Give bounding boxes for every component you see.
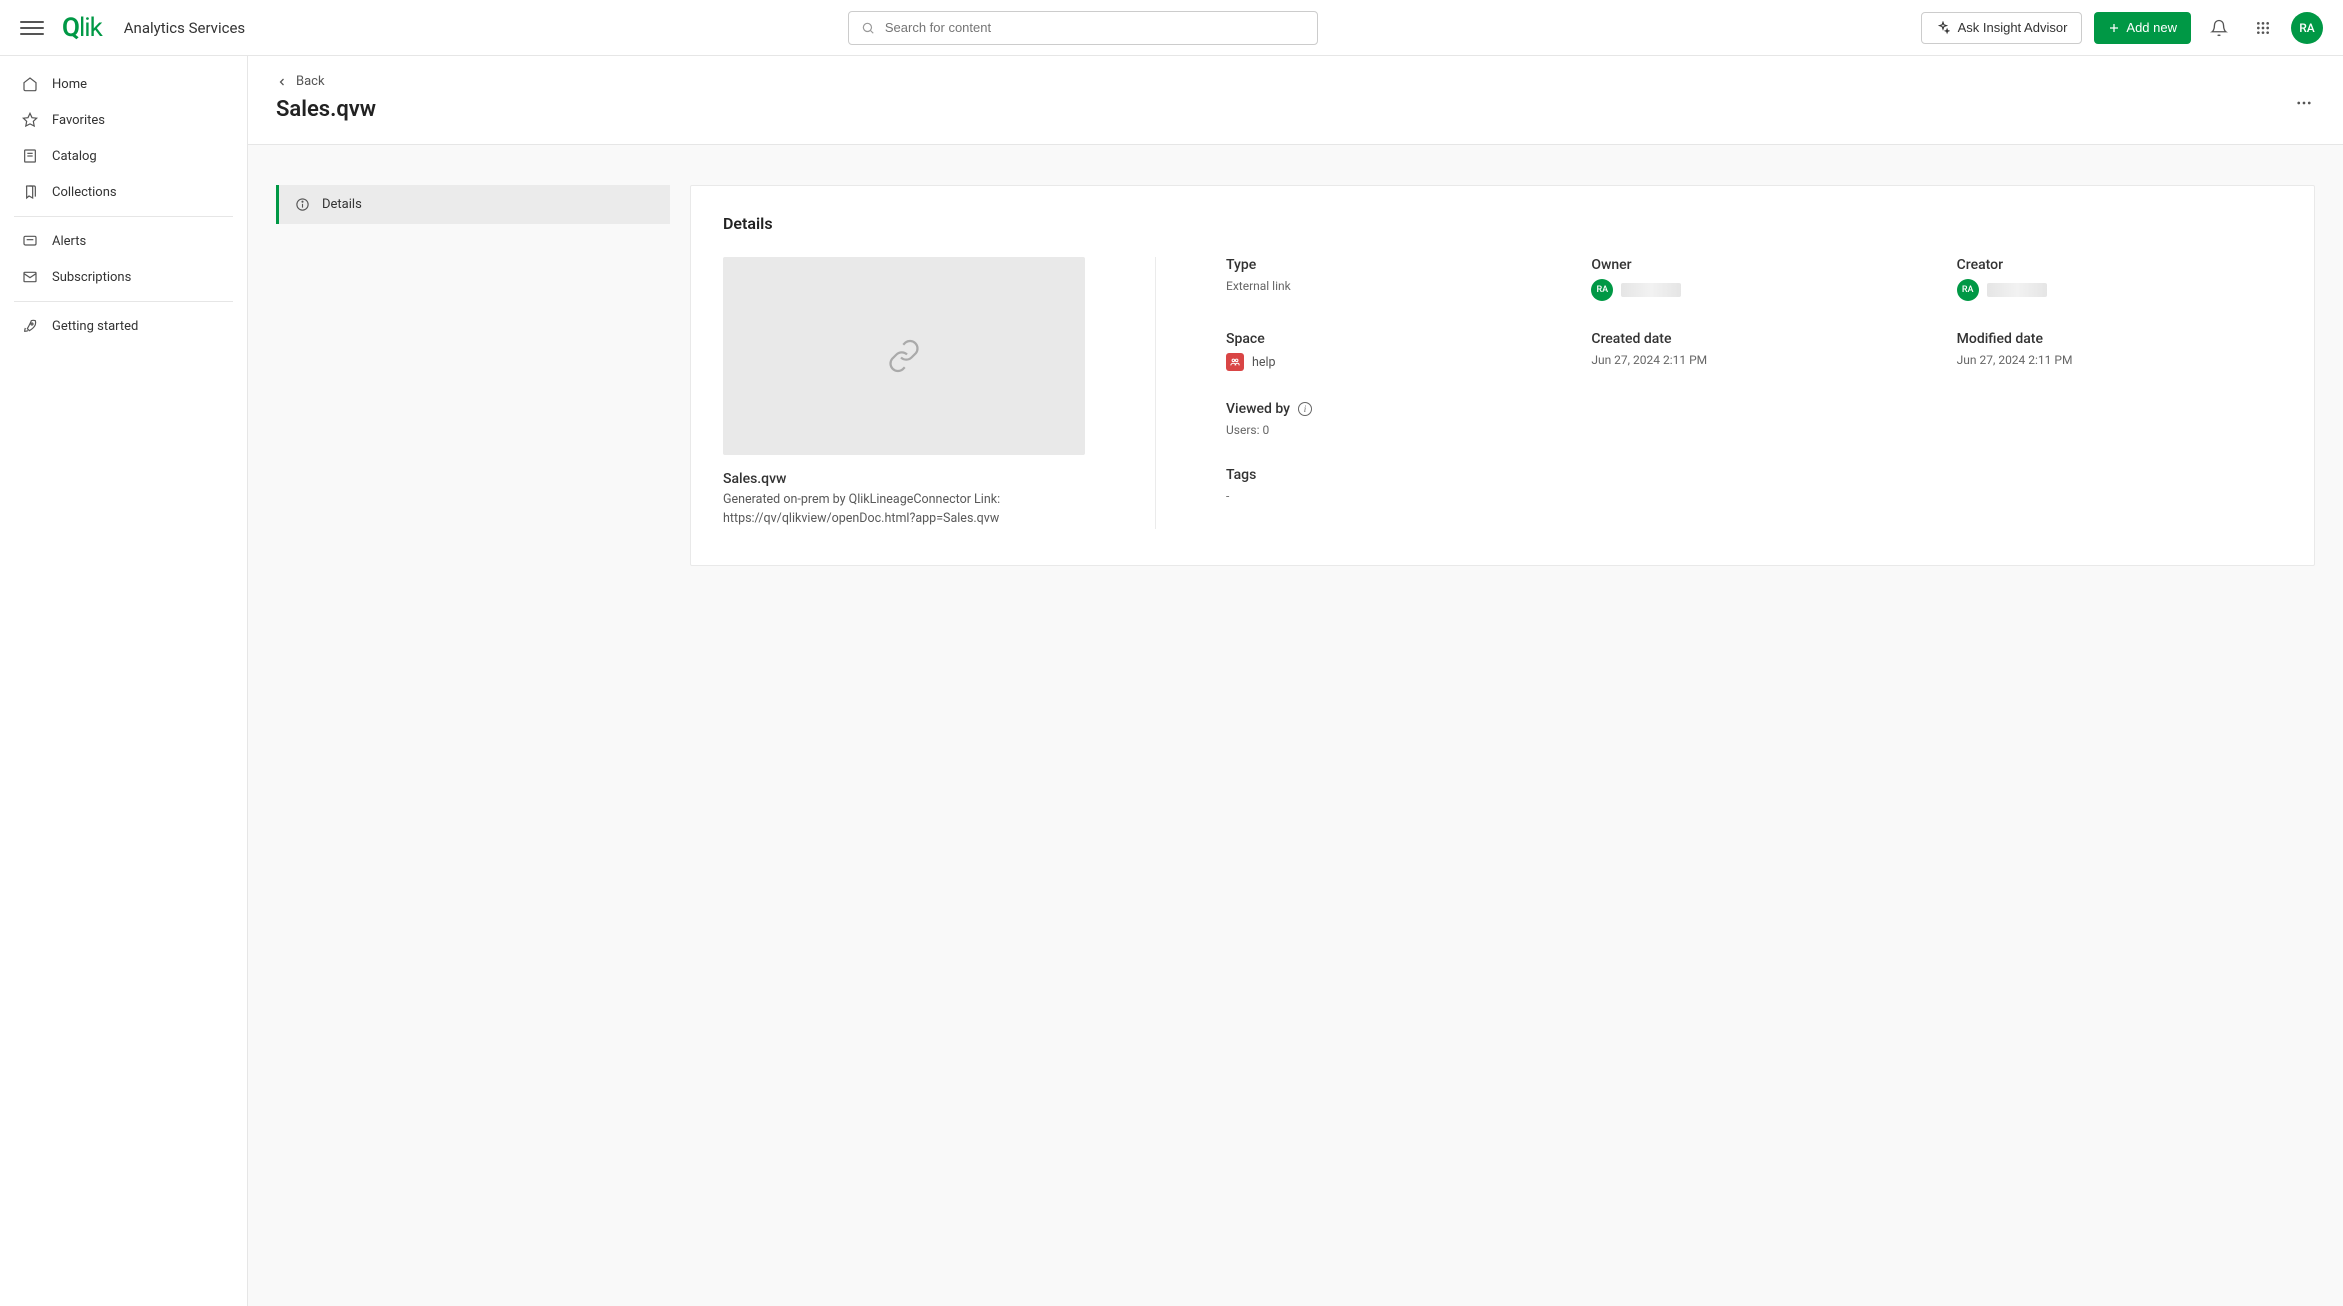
sidebar-item-label: Catalog [52,149,97,164]
sidebar-item-label: Alerts [52,234,86,249]
catalog-icon [22,148,38,164]
sidebar-item-label: Home [52,77,87,92]
owner-avatar: RA [1591,279,1613,301]
sidebar-item-subscriptions[interactable]: Subscriptions [14,259,233,295]
bell-icon [2210,19,2228,37]
bookmark-icon [22,184,38,200]
thumbnail-preview [723,257,1085,455]
chevron-left-icon [276,76,288,88]
tags-label: Tags [1226,467,1551,483]
sidebar-item-label: Getting started [52,319,138,334]
viewedby-label: Viewed by [1226,401,1290,417]
notifications-button[interactable] [2203,12,2235,44]
sidebar-divider [14,301,233,302]
back-link[interactable]: Back [276,74,325,89]
meta-empty [1591,401,2282,437]
link-icon [886,338,922,374]
top-bar: Qlik Analytics Services Ask Insight Advi… [0,0,2343,56]
home-icon [22,76,38,92]
grid-icon [2255,20,2271,36]
envelope-icon [22,269,38,285]
sidebar-item-catalog[interactable]: Catalog [14,138,233,174]
meta-type: Type External link [1226,257,1551,301]
file-description: Generated on-prem by QlikLineageConnecto… [723,491,1085,529]
sidebar-item-favorites[interactable]: Favorites [14,102,233,138]
space-value[interactable]: help [1252,355,1276,370]
meta-space: Space help [1226,331,1551,371]
details-card: Details Sales.qvw Generated on-prem by Q… [690,185,2315,566]
meta-creator: Creator RA [1957,257,2282,301]
qlik-logo[interactable]: Qlik [62,13,102,43]
app-launcher-button[interactable] [2247,12,2279,44]
page-title: Sales.qvw [276,97,2315,122]
meta-grid: Type External link Owner RA Creator [1226,257,2282,503]
creator-label: Creator [1957,257,2282,273]
main-content: Back Sales.qvw Details Details Sales.qvw… [248,56,2343,1306]
tab-label: Details [322,197,362,212]
more-actions-button[interactable] [2289,88,2319,122]
info-icon [295,197,310,212]
meta-tags: Tags - [1226,467,1551,503]
plus-icon [2108,22,2120,34]
space-label: Space [1226,331,1551,347]
ask-insight-label: Ask Insight Advisor [1958,20,2068,35]
modified-label: Modified date [1957,331,2282,347]
rocket-icon [22,318,38,334]
meta-modified: Modified date Jun 27, 2024 2:11 PM [1957,331,2282,371]
dots-horizontal-icon [2295,94,2313,112]
owner-name-redacted [1621,283,1681,297]
user-avatar[interactable]: RA [2291,12,2323,44]
add-new-label: Add new [2126,20,2177,35]
creator-name-redacted [1987,283,2047,297]
sidebar-item-getting-started[interactable]: Getting started [14,308,233,344]
created-value: Jun 27, 2024 2:11 PM [1591,353,1916,367]
page-header: Back Sales.qvw [248,56,2343,145]
tags-value: - [1226,489,1551,503]
sidebar-item-alerts[interactable]: Alerts [14,223,233,259]
sidebar-divider [14,216,233,217]
owner-label: Owner [1591,257,1916,273]
search-input[interactable] [885,20,1305,35]
sidebar-item-label: Collections [52,185,117,200]
file-name: Sales.qvw [723,471,1085,487]
sidebar-item-label: Favorites [52,113,105,128]
sparkle-icon [1936,21,1950,35]
sidebar: Home Favorites Catalog Collections Alert… [0,56,248,1306]
side-tabs: Details [276,185,670,566]
space-icon [1226,353,1244,371]
star-icon [22,112,38,128]
creator-avatar: RA [1957,279,1979,301]
app-title: Analytics Services [124,19,245,37]
meta-viewedby: Viewed by i Users: 0 [1226,401,1551,437]
created-label: Created date [1591,331,1916,347]
sidebar-item-home[interactable]: Home [14,66,233,102]
type-value: External link [1226,279,1551,293]
add-new-button[interactable]: Add new [2094,12,2191,44]
tab-details[interactable]: Details [276,185,670,224]
ask-insight-advisor-button[interactable]: Ask Insight Advisor [1921,12,2083,44]
details-heading: Details [723,214,2282,233]
modified-value: Jun 27, 2024 2:11 PM [1957,353,2282,367]
search-box[interactable] [848,11,1318,45]
message-icon [22,233,38,249]
menu-toggle-button[interactable] [20,16,44,40]
content-area: Details Details Sales.qvw Generated on-p… [248,145,2343,606]
type-label: Type [1226,257,1551,273]
thumbnail-column: Sales.qvw Generated on-prem by QlikLinea… [723,257,1085,529]
meta-created: Created date Jun 27, 2024 2:11 PM [1591,331,1916,371]
info-icon[interactable]: i [1298,402,1312,416]
viewedby-value: Users: 0 [1226,423,1551,437]
search-icon [861,21,875,35]
sidebar-item-collections[interactable]: Collections [14,174,233,210]
back-label: Back [296,74,325,89]
sidebar-item-label: Subscriptions [52,270,131,285]
meta-owner: Owner RA [1591,257,1916,301]
